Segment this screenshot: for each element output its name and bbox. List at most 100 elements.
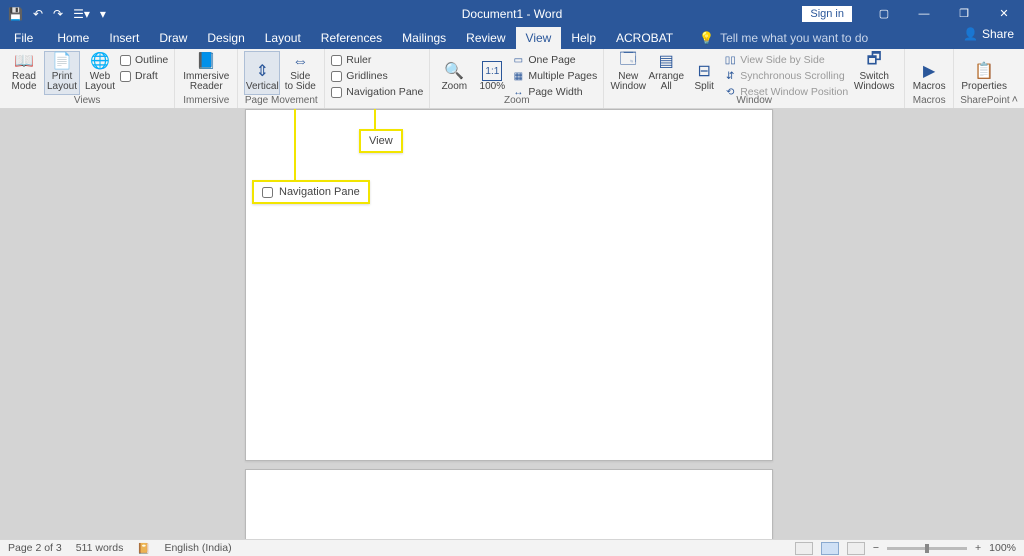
- synchronous-scrolling-button: ⇵Synchronous Scrolling: [724, 69, 848, 83]
- tell-me-search[interactable]: 💡 Tell me what you want to do: [699, 27, 868, 49]
- status-page[interactable]: Page 2 of 3: [8, 542, 62, 554]
- zoom-slider[interactable]: [887, 547, 967, 550]
- arrange-all-icon: ▤: [656, 51, 676, 71]
- gridlines-checkbox[interactable]: Gridlines: [331, 69, 423, 83]
- view-web-layout-button[interactable]: [847, 542, 865, 555]
- touch-mode-icon[interactable]: ☰▾: [73, 7, 90, 21]
- side-to-side-button[interactable]: ⇔ Side to Side: [282, 51, 318, 95]
- document-page-2[interactable]: [245, 469, 773, 539]
- tab-home[interactable]: Home: [47, 27, 99, 49]
- group-label-immersive: Immersive: [181, 95, 231, 107]
- document-page-1[interactable]: [245, 109, 773, 461]
- group-page-movement: ⇕ Vertical ⇔ Side to Side Page Movement: [238, 49, 325, 108]
- callout-view-label: View: [369, 135, 393, 147]
- tab-file[interactable]: File: [4, 27, 43, 49]
- tab-layout[interactable]: Layout: [255, 27, 311, 49]
- split-icon: ⊟: [694, 61, 714, 81]
- callout-view: View: [359, 129, 403, 153]
- zoom-slider-thumb[interactable]: [925, 544, 929, 553]
- tab-mailings[interactable]: Mailings: [392, 27, 456, 49]
- document-area: View Navigation Pane: [0, 109, 1024, 539]
- new-window-icon: 🗔: [618, 51, 638, 71]
- group-zoom: 🔍 Zoom 1:1 100% ▭One Page ▦Multiple Page…: [430, 49, 604, 108]
- group-macros: ▶ Macros Macros: [905, 49, 954, 108]
- maximize-button[interactable]: ❐: [944, 0, 984, 27]
- redo-icon[interactable]: ↷: [53, 7, 63, 21]
- outline-checkbox[interactable]: Outline: [120, 53, 168, 67]
- group-sharepoint: 📋 Properties SharePoint: [954, 49, 1015, 108]
- group-immersive: 📘 Immersive Reader Immersive: [175, 49, 238, 108]
- group-show: Ruler Gridlines Navigation Pane Show: [325, 49, 430, 108]
- tab-acrobat[interactable]: ACROBAT: [606, 27, 683, 49]
- ribbon-display-options-icon[interactable]: ▢: [864, 0, 904, 27]
- tab-draw[interactable]: Draw: [149, 27, 197, 49]
- multiple-pages-button[interactable]: ▦Multiple Pages: [512, 69, 597, 83]
- group-label-zoom: Zoom: [436, 95, 597, 107]
- group-label-views: Views: [6, 95, 168, 107]
- draft-checkbox[interactable]: Draft: [120, 69, 168, 83]
- group-views: 📖 Read Mode 📄 Print Layout 🌐 Web Layout …: [0, 49, 175, 108]
- status-language[interactable]: English (India): [164, 542, 231, 554]
- collapse-ribbon-icon[interactable]: ˄: [1012, 94, 1018, 106]
- switch-windows-button[interactable]: 🗗 Switch Windows: [850, 51, 898, 95]
- print-layout-button[interactable]: 📄 Print Layout: [44, 51, 80, 95]
- menu-tabs: File Home Insert Draw Design Layout Refe…: [0, 27, 1024, 49]
- status-spellcheck-icon[interactable]: 📔: [137, 542, 150, 555]
- multiple-pages-icon: ▦: [512, 70, 524, 82]
- macros-button[interactable]: ▶ Macros: [911, 51, 947, 95]
- macros-icon: ▶: [919, 61, 939, 81]
- ribbon: 📖 Read Mode 📄 Print Layout 🌐 Web Layout …: [0, 49, 1024, 109]
- zoom-button[interactable]: 🔍 Zoom: [436, 51, 472, 95]
- immersive-reader-button[interactable]: 📘 Immersive Reader: [181, 51, 231, 95]
- vertical-button[interactable]: ⇕ Vertical: [244, 51, 280, 95]
- one-page-button[interactable]: ▭One Page: [512, 53, 597, 67]
- tab-review[interactable]: Review: [456, 27, 515, 49]
- tab-insert[interactable]: Insert: [99, 27, 149, 49]
- zoom-icon: 🔍: [444, 61, 464, 81]
- tab-design[interactable]: Design: [197, 27, 254, 49]
- sync-scroll-icon: ⇵: [724, 70, 736, 82]
- view-read-mode-button[interactable]: [795, 542, 813, 555]
- undo-icon[interactable]: ↶: [33, 7, 43, 21]
- tab-view[interactable]: View: [516, 27, 562, 49]
- share-button[interactable]: 👤 Share: [963, 27, 1014, 41]
- read-mode-button[interactable]: 📖 Read Mode: [6, 51, 42, 95]
- callout-navigation-pane: Navigation Pane: [252, 180, 370, 204]
- print-layout-icon: 📄: [52, 51, 72, 71]
- view-side-by-side-button: ▯▯View Side by Side: [724, 53, 848, 67]
- zoom-in-button[interactable]: +: [975, 542, 981, 554]
- tab-help[interactable]: Help: [561, 27, 606, 49]
- minimize-button[interactable]: —: [904, 0, 944, 27]
- view-print-layout-button[interactable]: [821, 542, 839, 555]
- qat-customize-icon[interactable]: ▾: [100, 7, 106, 21]
- lightbulb-icon: 💡: [699, 31, 714, 45]
- split-button[interactable]: ⊟ Split: [686, 51, 722, 95]
- status-word-count[interactable]: 511 words: [76, 542, 124, 554]
- save-icon[interactable]: 💾: [8, 7, 23, 21]
- callout-navpane-label: Navigation Pane: [279, 186, 360, 198]
- quick-access-toolbar: 💾 ↶ ↷ ☰▾ ▾: [0, 7, 106, 21]
- callout-navpane-checkbox: [262, 187, 273, 198]
- share-label: Share: [982, 27, 1014, 41]
- arrange-all-button[interactable]: ▤ Arrange All: [648, 51, 684, 95]
- web-layout-button[interactable]: 🌐 Web Layout: [82, 51, 118, 95]
- group-label-page-movement: Page Movement: [244, 95, 318, 107]
- ruler-checkbox[interactable]: Ruler: [331, 53, 423, 67]
- zoom-level[interactable]: 100%: [989, 542, 1016, 554]
- tab-references[interactable]: References: [311, 27, 392, 49]
- title-bar: 💾 ↶ ↷ ☰▾ ▾ Document1 - Word Sign in ▢ — …: [0, 0, 1024, 27]
- status-bar: Page 2 of 3 511 words 📔 English (India) …: [0, 539, 1024, 556]
- new-window-button[interactable]: 🗔 New Window: [610, 51, 646, 95]
- group-label-sharepoint: SharePoint: [960, 95, 1009, 107]
- immersive-reader-icon: 📘: [196, 51, 216, 71]
- close-button[interactable]: ✕: [984, 0, 1024, 27]
- one-page-icon: ▭: [512, 54, 524, 66]
- side-to-side-icon: ⇔: [290, 53, 310, 71]
- navigation-pane-checkbox[interactable]: Navigation Pane: [331, 85, 423, 99]
- callout-line-navpane: [294, 109, 296, 180]
- sign-in-button[interactable]: Sign in: [802, 6, 852, 22]
- zoom-100-button[interactable]: 1:1 100%: [474, 51, 510, 95]
- zoom-out-button[interactable]: −: [873, 542, 879, 554]
- properties-button[interactable]: 📋 Properties: [960, 51, 1008, 95]
- hundred-percent-icon: 1:1: [482, 61, 502, 81]
